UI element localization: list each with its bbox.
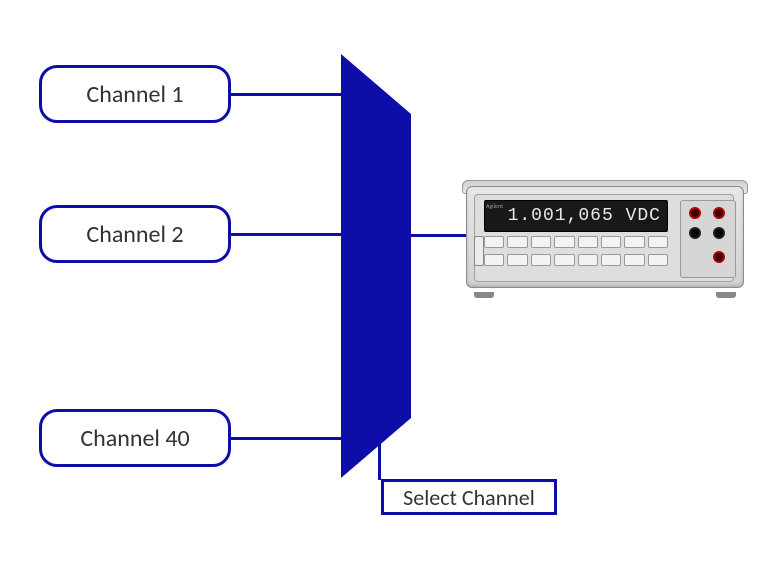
instrument-power-button [474,236,484,266]
select-channel-label-box: Select Channel [381,479,557,515]
instrument-button [578,236,598,248]
instrument-feet [460,290,750,296]
wire-ch2 [231,233,341,236]
wire-select [378,418,381,480]
channel-box-40: Channel 40 [39,409,231,467]
instrument-foot [474,292,494,298]
instrument-foot [716,292,736,298]
instrument-reading: 1.001,065 VDC [508,206,661,226]
instrument-button [554,236,574,248]
jack-hi-sense [689,207,701,219]
instrument-button [648,254,668,266]
instrument-button [578,254,598,266]
instrument-range-row [484,254,668,266]
instrument-button [601,236,621,248]
instrument-dmm: Agilent 1.001,065 VDC [460,174,750,296]
channel-box-2: Channel 2 [39,205,231,263]
instrument-button [507,254,527,266]
instrument-terminal-panel [680,200,736,278]
instrument-button [531,254,551,266]
instrument-button [531,236,551,248]
instrument-brand: Agilent [486,202,503,210]
channel-label: Channel 2 [86,220,183,249]
instrument-button [484,236,504,248]
jack-lo-sense [689,227,701,239]
instrument-display: 1.001,065 VDC [484,200,668,232]
instrument-button [624,236,644,248]
channel-label: Channel 40 [80,424,189,453]
wire-ch1 [231,93,341,96]
instrument-button [601,254,621,266]
channel-box-1: Channel 1 [39,65,231,123]
jack-lo-input [713,227,725,239]
select-channel-label: Select Channel [403,484,535,511]
channel-label: Channel 1 [86,80,183,109]
instrument-button [554,254,574,266]
wire-ch40 [231,437,341,440]
instrument-button [484,254,504,266]
instrument-button [624,254,644,266]
jack-current [713,251,725,263]
instrument-button [507,236,527,248]
instrument-button [648,236,668,248]
instrument-function-row [484,236,668,248]
multiplexer-symbol [341,54,411,478]
jack-hi-input [713,207,725,219]
